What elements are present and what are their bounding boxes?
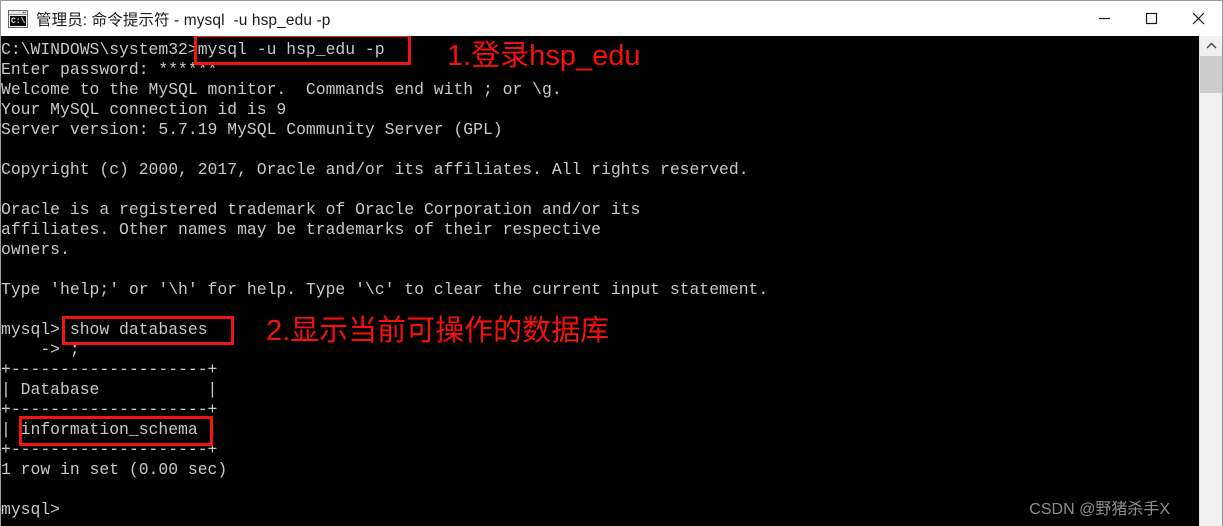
command-prompt-window: ▪▪ C:\ 管理员: 命令提示符 - mysql -u hsp_edu -p … bbox=[0, 0, 1223, 526]
scrollbar-thumb[interactable] bbox=[1200, 56, 1222, 93]
console-scrollbar[interactable] bbox=[1199, 36, 1222, 526]
minimize-icon[interactable] bbox=[1081, 1, 1128, 36]
window-title: 管理员: 命令提示符 - mysql -u hsp_edu -p bbox=[36, 11, 331, 29]
console-text: C:\WINDOWS\system32>mysql -u hsp_edu -p … bbox=[1, 40, 769, 519]
close-icon[interactable] bbox=[1175, 1, 1222, 36]
icon-screen-text: C:\ bbox=[10, 15, 26, 26]
maximize-icon[interactable] bbox=[1128, 1, 1175, 36]
window-controls bbox=[1081, 1, 1222, 36]
window-titlebar[interactable]: ▪▪ C:\ 管理员: 命令提示符 - mysql -u hsp_edu -p bbox=[1, 1, 1222, 36]
annotation-login: 1.登录hsp_edu bbox=[447, 40, 641, 72]
chevron-up-icon[interactable] bbox=[1200, 36, 1222, 55]
console-output-area[interactable]: C:\WINDOWS\system32>mysql -u hsp_edu -p … bbox=[1, 36, 1199, 526]
csdn-watermark: CSDN @野猪杀手X bbox=[1029, 501, 1170, 518]
cmd-console-icon: ▪▪ C:\ bbox=[8, 9, 28, 28]
annotation-show-databases: 2.显示当前可操作的数据库 bbox=[266, 315, 610, 347]
